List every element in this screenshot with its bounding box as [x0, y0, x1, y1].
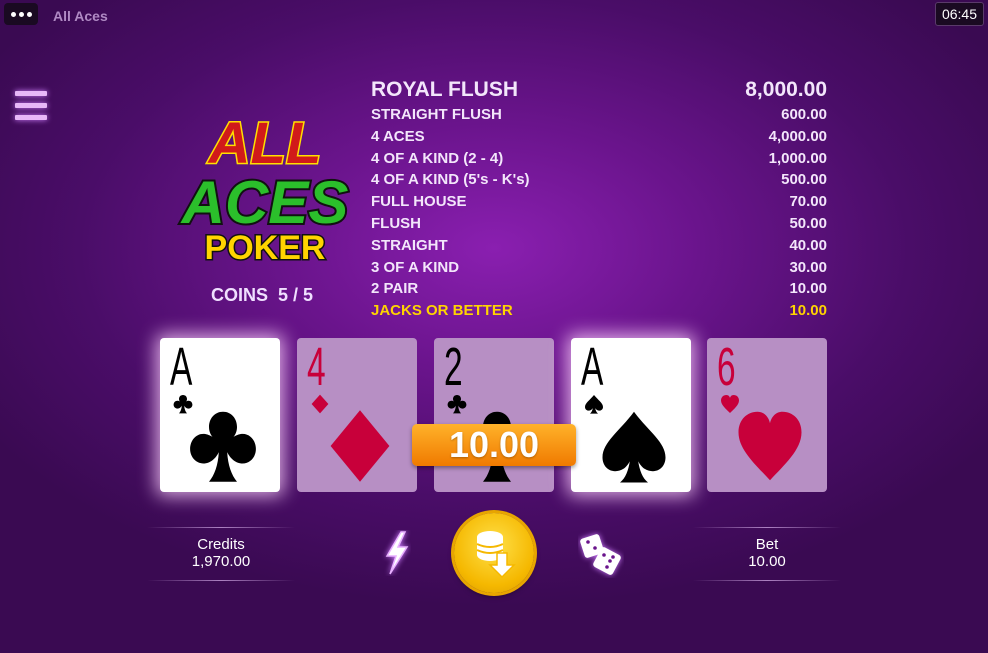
- paytable-hand: 3 OF A KIND: [371, 258, 460, 276]
- card-rank: A: [581, 337, 604, 397]
- playing-card[interactable]: 6: [707, 338, 827, 492]
- paytable-payout: 1,000.00: [768, 149, 827, 167]
- paytable-payout: 8,000.00: [745, 78, 827, 101]
- bet-label: Bet: [755, 536, 779, 553]
- card-rank: 4: [307, 337, 326, 397]
- diamonds-suit-icon: [330, 410, 390, 482]
- deal-button[interactable]: [454, 513, 534, 593]
- paytable-hand: STRAIGHT FLUSH: [371, 106, 502, 123]
- app-title: All Aces: [53, 8, 108, 24]
- logo-line-3: POKER: [205, 229, 326, 265]
- paytable-payout: 50.00: [789, 214, 827, 232]
- win-amount-badge: 10.00: [412, 424, 576, 466]
- paytable-payout: 70.00: [789, 193, 827, 211]
- lightning-icon[interactable]: [381, 530, 411, 576]
- paytable-payout: 30.00: [789, 258, 827, 276]
- coins-indicator: COINS 5 / 5: [211, 285, 313, 306]
- spades-suit-icon: [602, 411, 666, 483]
- paytable-row: 4 ACES 4,000.00: [371, 126, 827, 148]
- top-bar: All Aces 06:45: [0, 0, 988, 28]
- paytable-hand: FLUSH: [371, 214, 421, 232]
- paytable-row: STRAIGHT 40.00: [371, 235, 827, 257]
- paytable-hand: 2 PAIR: [371, 280, 419, 298]
- paytable-row: STRAIGHT FLUSH 600.00: [371, 104, 827, 126]
- paytable-row: JACKS OR BETTER 10.00: [371, 300, 827, 322]
- paytable-hand: 4 OF A KIND (2 - 4): [371, 149, 504, 167]
- paytable-hand: JACKS OR BETTER: [371, 302, 513, 320]
- paytable-hand: STRAIGHT: [371, 236, 448, 254]
- paytable-row: 3 OF A KIND 30.00: [371, 257, 827, 279]
- paytable-payout: 4,000.00: [768, 127, 827, 145]
- coins-deal-icon: [476, 531, 516, 579]
- paytable-hand: 4 OF A KIND (5's - K's): [371, 171, 530, 189]
- dice-icon[interactable]: [578, 530, 624, 578]
- paytable-row: FULL HOUSE 70.00: [371, 191, 827, 213]
- card-rank: 6: [717, 337, 736, 397]
- paytable-hand: FULL HOUSE: [371, 193, 467, 211]
- paytable-row: 4 OF A KIND (5's - K's) 500.00: [371, 169, 827, 191]
- clock: 06:45: [934, 2, 984, 26]
- paytable-payout: 10.00: [789, 280, 827, 298]
- credits-value: 1,970.00: [191, 553, 251, 570]
- logo-line-1: ALL: [207, 111, 322, 176]
- coins-label: COINS: [211, 285, 269, 305]
- credits-display: Credits 1,970.00: [147, 527, 295, 581]
- playing-card[interactable]: 4: [297, 338, 417, 492]
- card-rank: A: [170, 337, 193, 397]
- bet-value: 10.00: [748, 553, 786, 570]
- paytable-payout: 600.00: [781, 106, 827, 123]
- clubs-suit-icon: [190, 411, 256, 482]
- more-options-button[interactable]: [4, 3, 38, 25]
- hamburger-icon[interactable]: [15, 91, 47, 125]
- paytable-row: 4 OF A KIND (2 - 4) 1,000.00: [371, 148, 827, 170]
- logo-line-2: ACES: [180, 169, 349, 236]
- paytable-hand: ROYAL FLUSH: [371, 78, 519, 101]
- paytable-row: 2 PAIR 10.00: [371, 278, 827, 300]
- paytable-hand: 4 ACES: [371, 127, 425, 145]
- paytable-payout: 500.00: [781, 171, 827, 189]
- paytable: ROYAL FLUSH 8,000.00 STRAIGHT FLUSH 600.00 4…: [371, 78, 827, 322]
- playing-card[interactable]: 2: [434, 338, 554, 492]
- card-rank: 2: [444, 337, 463, 397]
- coins-value: 5 / 5: [278, 285, 314, 305]
- playing-card[interactable]: A: [160, 338, 280, 492]
- bet-display: Bet 10.00: [693, 527, 841, 581]
- playing-card[interactable]: A: [571, 338, 691, 492]
- hearts-suit-icon: [738, 411, 802, 481]
- game-logo: ALL ACES POKER: [178, 110, 351, 266]
- paytable-row: ROYAL FLUSH 8,000.00: [371, 78, 827, 102]
- paytable-payout: 10.00: [789, 302, 827, 320]
- paytable-payout: 40.00: [789, 236, 827, 254]
- credits-label: Credits: [197, 536, 245, 553]
- paytable-row: FLUSH 50.00: [371, 213, 827, 235]
